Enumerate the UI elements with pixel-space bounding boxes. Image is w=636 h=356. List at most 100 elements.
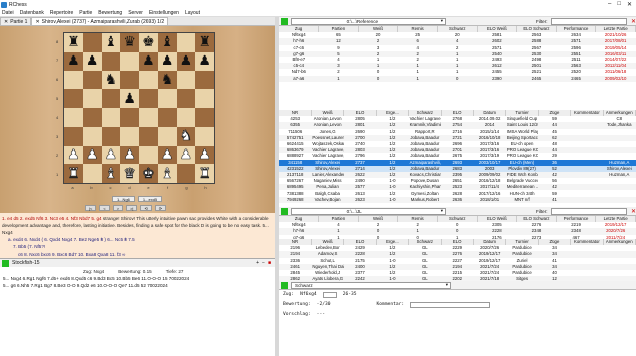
- white-piece-n-icon[interactable]: ♞: [179, 129, 192, 144]
- menu-item-7[interactable]: Layout: [185, 10, 200, 16]
- menu-item-3[interactable]: Partie: [79, 10, 92, 16]
- board-square[interactable]: [176, 33, 196, 52]
- board-square[interactable]: [64, 89, 83, 108]
- black-piece-b-icon[interactable]: ♝: [161, 35, 174, 49]
- board-square[interactable]: ♟: [157, 145, 177, 165]
- white-piece-p-icon[interactable]: ♟: [67, 148, 80, 163]
- board-square[interactable]: [120, 126, 139, 146]
- close-icon[interactable]: ✕: [631, 208, 636, 215]
- engine-line-2[interactable]: 5... g6 6.Nh5 7.Rg1 Bg7 8.Be3 O-O 9.Qd2 …: [3, 283, 272, 290]
- stop-icon[interactable]: ■: [268, 260, 271, 266]
- black-piece-r-icon[interactable]: ♜: [198, 35, 211, 49]
- menu-item-1[interactable]: Datenbank: [20, 10, 44, 16]
- nav-button-3[interactable]: >|: [126, 205, 138, 211]
- nav-button-1[interactable]: <: [99, 205, 110, 211]
- board-square[interactable]: [157, 89, 177, 108]
- black-piece-p-icon[interactable]: ♟: [123, 92, 136, 106]
- stats-row[interactable]: a7-a6 1 0 1 0 2390 2465 2465 2009/02/10: [279, 75, 636, 82]
- board-square[interactable]: [139, 70, 158, 90]
- board-square[interactable]: [139, 108, 158, 127]
- board-square[interactable]: ♟: [176, 51, 196, 71]
- board-square[interactable]: [157, 126, 177, 146]
- board-square[interactable]: [82, 108, 102, 127]
- board-square[interactable]: ♜: [195, 164, 214, 183]
- board-square[interactable]: [82, 89, 102, 108]
- board-square[interactable]: ♛: [120, 164, 139, 183]
- board-square[interactable]: [176, 70, 196, 90]
- board-square[interactable]: ♚: [139, 33, 158, 52]
- black-piece-p-icon[interactable]: ♟: [67, 54, 80, 68]
- depth-input[interactable]: [322, 292, 337, 298]
- board-square[interactable]: [139, 126, 158, 146]
- black-piece-n-icon[interactable]: ♞: [105, 73, 118, 87]
- board-square[interactable]: ♞: [157, 70, 177, 90]
- board-square[interactable]: [120, 108, 139, 127]
- black-piece-b-icon[interactable]: ♝: [105, 35, 118, 49]
- black-piece-p-icon[interactable]: ♟: [198, 54, 211, 68]
- column-header[interactable]: Anmerkungen: [603, 239, 636, 246]
- filter-input-2[interactable]: [550, 207, 627, 215]
- board-square[interactable]: [82, 33, 102, 52]
- board-square[interactable]: ♜: [64, 33, 83, 52]
- board-square[interactable]: [195, 108, 214, 127]
- database-icon[interactable]: [281, 17, 288, 25]
- black-piece-q-icon[interactable]: ♛: [123, 35, 136, 49]
- white-piece-p-icon[interactable]: ♟: [179, 148, 192, 163]
- variation-line[interactable]: 7. Bb5 (7. Nf5?!: [2, 243, 273, 250]
- plus-icon[interactable]: +: [256, 260, 259, 266]
- black-piece-n-icon[interactable]: ♞: [161, 73, 174, 87]
- board-square[interactable]: [64, 70, 83, 90]
- board-square[interactable]: ♟: [82, 145, 102, 165]
- white-piece-q-icon[interactable]: ♛: [123, 166, 136, 181]
- board-square[interactable]: ♟: [176, 145, 196, 165]
- board-square[interactable]: [82, 70, 102, 90]
- menu-item-5[interactable]: Server: [128, 10, 143, 16]
- board-square[interactable]: [139, 89, 158, 108]
- board-square[interactable]: [176, 164, 196, 183]
- white-piece-p-icon[interactable]: ♟: [198, 148, 211, 163]
- black-piece-r-icon[interactable]: ♜: [67, 35, 80, 49]
- board-square[interactable]: [120, 70, 139, 90]
- board-square[interactable]: ♟: [157, 51, 177, 71]
- close-icon[interactable]: ✕: [35, 19, 39, 25]
- white-piece-p-icon[interactable]: ♟: [123, 148, 136, 163]
- board-square[interactable]: ♚: [139, 164, 158, 183]
- board-square[interactable]: [101, 126, 121, 146]
- table-row[interactable]: 7949268 Vachev,Bojan 2623 1-0 Markus,Robert 2…: [279, 196, 636, 203]
- maximize-button[interactable]: □: [617, 1, 621, 8]
- black-piece-p-icon[interactable]: ♟: [142, 54, 155, 68]
- board-square[interactable]: ♝: [157, 164, 177, 183]
- board-square[interactable]: ♛: [120, 33, 139, 52]
- black-piece-p-icon[interactable]: ♟: [86, 54, 99, 68]
- tab-partie-1[interactable]: ✕ Partie 1: [0, 17, 32, 25]
- engine-start-icon[interactable]: [2, 259, 9, 267]
- board-square[interactable]: ♟: [101, 145, 121, 165]
- minus-icon[interactable]: −: [262, 260, 265, 266]
- board-square[interactable]: ♟: [195, 51, 214, 71]
- white-piece-k-icon[interactable]: ♚: [142, 166, 155, 181]
- board-square[interactable]: [101, 51, 121, 71]
- close-button[interactable]: ✕: [627, 1, 632, 8]
- main-line[interactable]: 1. e4 d5 2. exd5 Nf6 3. Nc3 e5 4. Nf3 Nb…: [2, 216, 102, 221]
- variation-tab-1[interactable]: 1...Ng6: [112, 196, 135, 202]
- board-square[interactable]: [64, 126, 83, 146]
- variation-tab-2[interactable]: 1...exd5: [137, 196, 163, 202]
- chess-board[interactable]: ♜ ♝ ♛ ♚ ♝ ♜ ♟ ♟ ♟ ♟ ♟ ♟ ♞ ♞ ♟ ♞ ♟ ♟ ♟ ♟ ♟ ♟ ♟ ♜ ♝ ♛ ♚ ♝ ♜: [63, 32, 215, 184]
- menu-item-0[interactable]: Datei: [2, 10, 14, 16]
- board-square[interactable]: [101, 89, 121, 108]
- board-square[interactable]: ♞: [101, 70, 121, 90]
- column-header[interactable]: Kommentator: [570, 239, 604, 246]
- board-square[interactable]: [157, 108, 177, 127]
- nav-button-2[interactable]: >: [112, 205, 124, 211]
- board-square[interactable]: [139, 145, 158, 165]
- board-square[interactable]: ♟: [139, 51, 158, 71]
- board-square[interactable]: ♟: [195, 145, 214, 165]
- comment-input[interactable]: [410, 302, 491, 308]
- board-square[interactable]: ♞: [176, 126, 196, 146]
- database-select-1[interactable]: 0:\...\Reference ▾: [290, 17, 447, 25]
- menu-item-2[interactable]: Repertoire: [50, 10, 73, 16]
- board-square[interactable]: ♝: [157, 33, 177, 52]
- board-square[interactable]: ♟: [82, 51, 102, 71]
- board-square[interactable]: ♟: [64, 51, 83, 71]
- board-square[interactable]: ♜: [195, 33, 214, 52]
